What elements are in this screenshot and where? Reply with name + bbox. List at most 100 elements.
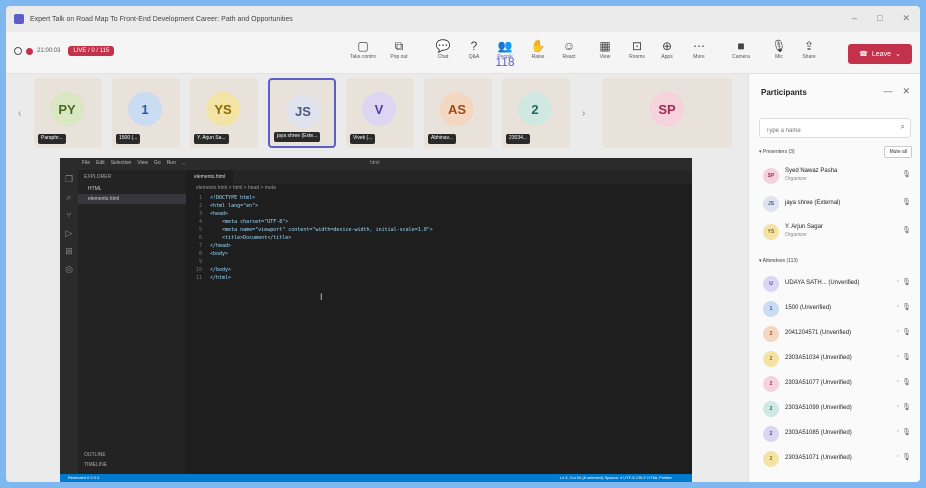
minimize-icon[interactable]: – xyxy=(852,13,857,24)
mic-icon[interactable]: 🎙 xyxy=(902,226,911,234)
mic-icon[interactable]: 🎙 xyxy=(902,453,911,461)
toolbar-share-button[interactable]: ⇪ Share xyxy=(796,38,822,60)
participant-row[interactable]: 2 2303A51085 (Unverified) 🎙 ▫ xyxy=(759,422,915,446)
participant-row[interactable]: JS jaya shree (External) 🎙 xyxy=(759,192,915,216)
toolbar-more-button[interactable]: ⋯ More xyxy=(686,38,712,60)
presenters-header[interactable]: ▾ Presenters (3) xyxy=(759,149,795,155)
tab-elements-html[interactable]: elements.html xyxy=(186,170,234,184)
close-window-icon[interactable]: ✕ xyxy=(902,13,910,24)
avatar: U xyxy=(763,276,779,292)
participant-row[interactable]: 2 2303A51077 (Unverified) 🎙 ▫ xyxy=(759,372,915,396)
source-control-icon[interactable]: ⑂ xyxy=(60,206,78,224)
search-icon[interactable]: ⌕ xyxy=(60,188,78,206)
video-tile[interactable]: AS Abhinav... xyxy=(424,78,492,148)
participant-row[interactable]: YS Y. Arjun Sagar Organizer 🎙 xyxy=(759,220,915,244)
remote-icon[interactable]: ◎ xyxy=(60,260,78,278)
close-icon[interactable]: ✕ xyxy=(902,86,910,97)
timeline-heading[interactable]: TIMELINE xyxy=(78,458,113,472)
toolbar-apps-button[interactable]: ⊕ Apps xyxy=(654,38,680,60)
leave-button[interactable]: ☎ Leave ⌄ xyxy=(848,44,912,64)
explorer-icon[interactable]: ❐ xyxy=(60,170,78,188)
mute-all-button[interactable]: Mute all xyxy=(884,146,912,158)
line-number: 4 xyxy=(198,219,202,225)
participant-row[interactable]: U UDAYA SATH... (Unverified) 🎙 ▫ xyxy=(759,272,915,296)
mic-icon[interactable]: 🎙 xyxy=(902,328,911,336)
popout-icon: ⧉ xyxy=(394,39,404,53)
line-number: 9 xyxy=(198,259,202,265)
menu-item[interactable]: Go xyxy=(154,160,161,166)
video-tile[interactable]: 1 1500 (... xyxy=(112,78,180,148)
scroll-right-icon[interactable]: › xyxy=(582,108,585,119)
breadcrumb[interactable]: elements.html > html > head > meta xyxy=(196,185,276,191)
folder-html[interactable]: HTML xyxy=(78,184,186,194)
participant-row[interactable]: SP Syed Nawaz Pasha Organizer 🎙 xyxy=(759,164,915,188)
vscode-menu: File Edit Selection View Go Run... xyxy=(82,160,186,166)
participant-row[interactable]: 2 2041204571 (Unverified) 🎙 ▫ xyxy=(759,322,915,346)
extensions-icon[interactable]: ⊞ xyxy=(60,242,78,260)
attendees-header[interactable]: ▾ Attendees (113) xyxy=(759,258,798,264)
toolbar-people-button[interactable]: 👥 118 People xyxy=(492,38,518,69)
toolbar-pop-out-button[interactable]: ⧉ Pop out xyxy=(386,38,412,60)
line-text: <meta name="viewport" content="width=dev… xyxy=(210,227,433,233)
menu-item[interactable]: Run xyxy=(167,160,176,166)
mic-icon[interactable]: 🎙 xyxy=(902,378,911,386)
run-debug-icon[interactable]: ▷ xyxy=(60,224,78,242)
file-elements-html[interactable]: elements.html xyxy=(78,194,186,204)
share-icon: ⇪ xyxy=(803,39,815,53)
avatar: 2 xyxy=(763,401,779,417)
vscode-search[interactable]: html xyxy=(370,160,379,166)
code-editor[interactable]: 1 <!DOCTYPE html> 2 <html lang="en"> 3 <head>… xyxy=(186,194,686,282)
mic-icon[interactable]: 🎙 xyxy=(902,198,911,206)
participant-row[interactable]: 2 2303A51034 (Unverified) 🎙 ▫ xyxy=(759,347,915,371)
video-tile[interactable]: JS jaya shree (Exte... xyxy=(268,78,336,148)
tile-name-label: Paraphr... xyxy=(38,134,66,144)
mic-icon[interactable]: 🎙 xyxy=(902,403,911,411)
participant-row[interactable]: 2 2303A51071 (Unverified) 🎙 ▫ xyxy=(759,447,915,471)
mic-icon[interactable]: 🎙 xyxy=(902,353,911,361)
chevron-down-icon[interactable]: ⌄ xyxy=(895,50,901,58)
vscode-titlebar: File Edit Selection View Go Run... html xyxy=(60,158,692,170)
mic-icon[interactable]: 🎙 xyxy=(902,170,911,178)
search-input[interactable] xyxy=(760,122,890,140)
maximize-icon[interactable]: □ xyxy=(877,13,882,24)
participant-row[interactable]: 1 1500 (Unverified) 🎙 ▫ xyxy=(759,297,915,321)
toolbar-view-button[interactable]: ▦ View xyxy=(592,38,618,60)
mic-icon[interactable]: 🎙 xyxy=(902,303,911,311)
mic-icon[interactable]: 🎙 xyxy=(902,428,911,436)
menu-item[interactable]: View xyxy=(137,160,148,166)
menu-item[interactable]: File xyxy=(82,160,90,166)
video-tile[interactable]: 2 23034... xyxy=(502,78,570,148)
more-icon: ⋯ xyxy=(693,39,705,53)
toolbar-button-label: Take control xyxy=(350,54,376,60)
line-text: </html> xyxy=(210,275,232,281)
toolbar-react-button[interactable]: ☺ React xyxy=(556,38,582,60)
tile-name-label: 23034... xyxy=(506,134,531,144)
avatar: 2 xyxy=(763,426,779,442)
toolbar-chat-button[interactable]: 💬 Chat xyxy=(430,38,456,60)
video-tile[interactable]: PY Paraphr... xyxy=(34,78,102,148)
teams-logo-icon xyxy=(14,14,24,24)
avatar: 1 xyxy=(763,301,779,317)
code-line: 8 <body> xyxy=(186,250,686,258)
line-number: 10 xyxy=(195,267,202,273)
toolbar-mic-button[interactable]: 🎙 Mic xyxy=(766,38,792,60)
video-tiles: ‹ PY Paraphr... 1 1500 (... YS Y. Arjun Sa...… xyxy=(6,74,748,154)
minimize-panel-icon[interactable]: — xyxy=(883,86,892,97)
code-line: 7 </head> xyxy=(186,242,686,250)
menu-item[interactable]: Edit xyxy=(96,160,105,166)
video-tile[interactable]: YS Y. Arjun Sa... xyxy=(190,78,258,148)
toolbar-q&a-button[interactable]: ? Q&A xyxy=(461,38,487,60)
toolbar-camera-button[interactable]: ■ Camera xyxy=(728,38,754,60)
toolbar-rooms-button[interactable]: ⊡ Rooms xyxy=(624,38,650,60)
menu-item[interactable]: Selection xyxy=(111,160,132,166)
video-tile[interactable]: V Vivek (... xyxy=(346,78,414,148)
scroll-left-icon[interactable]: ‹ xyxy=(18,108,21,119)
toolbar-raise-button[interactable]: ✋ Raise xyxy=(525,38,551,60)
line-text: <meta charset="UTF-8"> xyxy=(210,219,289,225)
video-tile[interactable]: SP xyxy=(602,78,732,148)
mic-icon[interactable]: 🎙 xyxy=(902,278,911,286)
menu-item[interactable]: ... xyxy=(182,160,186,166)
toolbar-take-control-button[interactable]: ▢ Take control xyxy=(350,38,376,60)
participant-row[interactable]: 2 2303A51099 (Unverified) 🎙 ▫ xyxy=(759,397,915,421)
tile-name-label: 1500 (... xyxy=(116,134,141,144)
